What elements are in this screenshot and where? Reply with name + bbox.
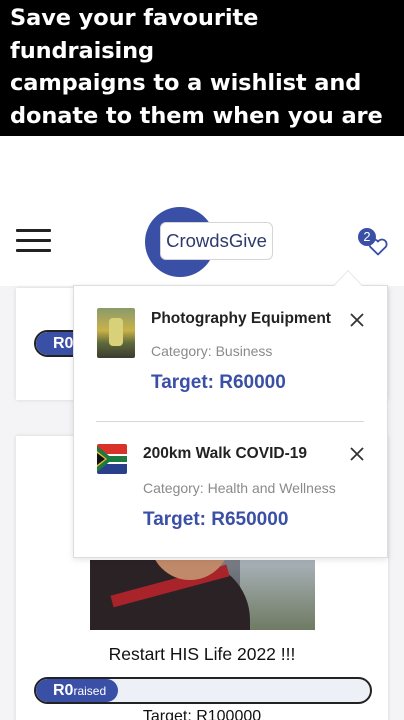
thumbnail-figure (109, 318, 123, 346)
close-icon[interactable] (347, 444, 367, 464)
wishlist-item-thumbnail[interactable] (97, 308, 135, 358)
hamburger-menu-icon[interactable] (16, 228, 52, 254)
wishlist-item-target: Target: R60000 (151, 372, 286, 393)
wishlist-item-target: Target: R650000 (143, 509, 289, 530)
raised-amount: R0 (53, 335, 74, 352)
wishlist-button[interactable]: 2 (354, 228, 392, 260)
campaign-target: Target: R100000 (142, 708, 262, 720)
wishlist-item-name[interactable]: 200km Walk COVID-19 (143, 445, 307, 463)
raised-amount: R0 (53, 682, 74, 699)
menu-line (16, 229, 51, 232)
logo-text: CrowdsGive (160, 222, 273, 260)
divider (96, 421, 364, 422)
south-africa-flag-icon (97, 444, 127, 474)
wishlist-item-category: Category: Business (151, 343, 273, 359)
dropdown-caret (334, 271, 362, 286)
campaign-title[interactable]: Restart HIS Life 2022 !!! (16, 644, 388, 665)
menu-line (16, 249, 51, 252)
wishlist-dropdown: Photography Equipment Category: Business… (73, 285, 388, 558)
wishlist-item-name[interactable]: Photography Equipment (151, 310, 331, 328)
wishlist-item-thumbnail[interactable] (97, 444, 127, 474)
heart-icon (368, 238, 388, 256)
wishlist-item-category: Category: Health and Wellness (143, 480, 336, 496)
close-icon[interactable] (347, 310, 367, 330)
raised-label: raised (73, 684, 107, 698)
menu-line (16, 239, 51, 242)
campaign-photo[interactable] (90, 560, 315, 630)
raised-progress-bar: R0raised (34, 677, 372, 704)
promo-banner: Save your favourite fundraising campaign… (0, 0, 404, 161)
crowdsgive-logo[interactable]: CrowdsGive (145, 207, 275, 277)
photo-background (240, 560, 315, 630)
raised-progress-fill: R0raised (36, 679, 118, 702)
